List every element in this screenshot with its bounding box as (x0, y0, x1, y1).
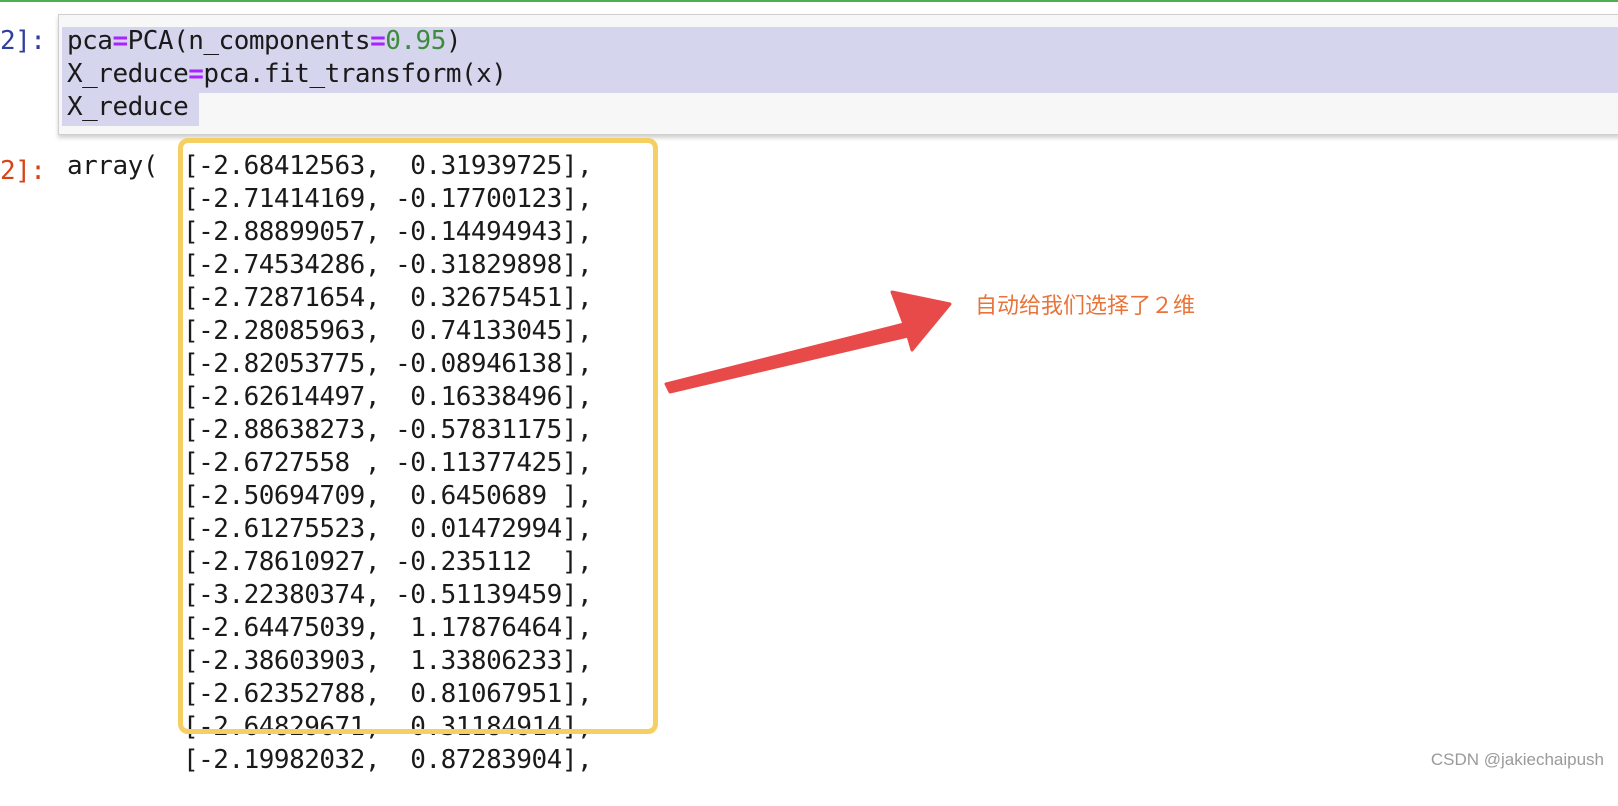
cell-top-border (0, 0, 1618, 2)
code-line-3: X_reduce (67, 92, 189, 122)
output-prompt: 2]: (0, 156, 46, 186)
watermark: CSDN @jakiechaipush (1430, 750, 1604, 769)
arrow-shape (664, 290, 952, 394)
highlight-box (178, 138, 658, 734)
input-prompt: 2]: (0, 26, 46, 56)
code-line-1: pca=PCA(n_components=0.95) (67, 26, 462, 56)
array-row: [-2.19982032, 0.87283904], (183, 745, 593, 775)
code-input-cell[interactable]: pca=PCA(n_components=0.95) X_reduce=pca.… (58, 14, 1618, 135)
code-line-2: X_reduce=pca.fit_transform(x) (67, 59, 507, 89)
arrow-icon (664, 290, 952, 394)
array-prefix: array( (67, 151, 158, 181)
annotation-label: 自动给我们选择了２维 (975, 294, 1196, 319)
